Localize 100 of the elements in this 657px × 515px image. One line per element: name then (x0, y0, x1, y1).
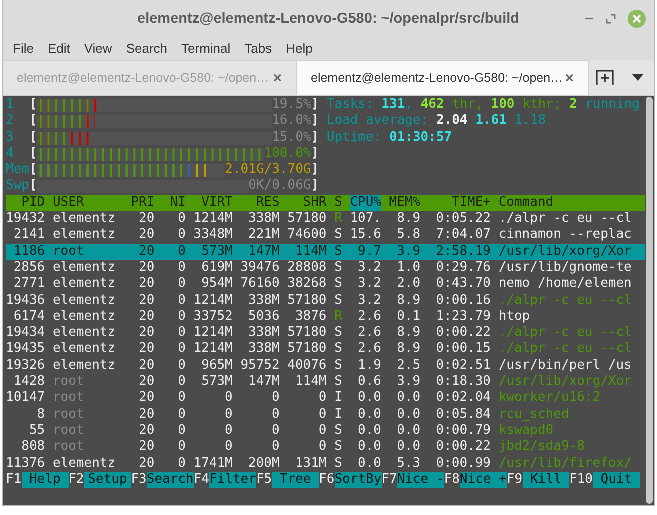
process-row[interactable]: 2141 elementz 20 0 3348M 221M 74600 S 15.6 5.8 7:04.07 cinnamon --replac (6, 227, 645, 244)
table-cell-text: /usr/lib/xorg/Xor (498, 374, 633, 390)
close-tab-button[interactable]: × (563, 70, 576, 86)
bracket: ] (311, 178, 320, 195)
bracket: [ (29, 97, 38, 114)
process-row[interactable]: 2771 elementz 20 0 954M 76160 38268 S 3.2 2.0 0:43.70 nemo /home/elemen (6, 276, 645, 293)
column-header[interactable]: MEM% (389, 194, 421, 212)
table-cell-text: 6174 (12, 308, 46, 326)
table-cell-text: htop (498, 308, 532, 326)
table-cell-text: elementz (52, 292, 117, 309)
bracket: ] (311, 146, 320, 162)
table-cell-text: 0 (177, 276, 186, 293)
process-row[interactable]: 19435 elementz 20 0 1214M 338M 57180 S 2.6 8.9 0:00.15 ./alpr -c eu --cl (6, 341, 645, 358)
table-cell-text: 0.0 (396, 422, 421, 440)
column-header[interactable]: PRI (131, 194, 155, 212)
table-cell-text: 2.6 (357, 308, 382, 326)
table-cell: S (334, 456, 342, 472)
table-cell-text: 0.0 (396, 439, 421, 456)
table-cell: 107. (350, 211, 382, 228)
table-cell-text: 0 (177, 406, 186, 423)
table-cell-text: 338M (248, 211, 280, 228)
column-header[interactable]: TIME+ (428, 194, 492, 212)
table-cell: 1214M (194, 292, 233, 309)
table-cell: 57180 (288, 211, 327, 228)
table-cell-text: 0 (177, 227, 186, 244)
process-row[interactable]: 808 root 20 0 0 0 0 S 0.0 0.0 0:00.22 jbd2/sda9-8 (6, 439, 645, 456)
process-row[interactable]: 1186 root 20 0 573M 147M 114M S 9.7 3.9 2:58.19 /usr/lib/xorg/Xor (6, 244, 645, 260)
menu-item[interactable]: Tabs (238, 41, 280, 56)
close-button[interactable] (628, 10, 646, 28)
menu-item[interactable]: Edit (40, 41, 78, 56)
process-row[interactable]: 19432 elementz 20 0 1214M 338M 57180 R 107. 8.9 0:05.22 ./alpr -c eu --cl (6, 211, 645, 228)
table-cell: 1214M (194, 325, 233, 342)
column-header[interactable]: RES (240, 194, 280, 212)
table-cell: 19432 (6, 211, 46, 228)
table-cell-text: 7:04.07 (435, 227, 492, 244)
table-cell-text: 3876 (294, 308, 327, 326)
table-cell-text: elementz (52, 308, 117, 326)
table-cell-text: 3.2 (357, 276, 382, 293)
table-cell-text: 0.0 (357, 422, 382, 440)
table-cell-text: 0 (177, 244, 186, 260)
column-header[interactable]: S (334, 194, 342, 212)
meter-value: 2.01G/3.70G (225, 162, 312, 178)
menu-item[interactable]: Terminal (174, 41, 238, 56)
scrollbar[interactable] (646, 97, 653, 504)
table-cell-text: 338M (248, 325, 280, 342)
process-row[interactable]: 8 root 20 0 0 0 0 I 0.0 0.0 0:05.84 rcu_sched (6, 406, 645, 423)
table-cell-text: 0:00.16 (435, 292, 492, 309)
table-cell-text: 0:00.22 (435, 325, 492, 342)
process-row[interactable]: 11376 elementz 20 0 1741M 200M 131M S 0.0 5.3 0:00.99 /usr/lib/firefox/ (6, 456, 645, 472)
table-cell-text: root (52, 406, 86, 423)
menu-item[interactable]: View (77, 41, 120, 56)
table-cell: S (334, 244, 342, 260)
table-cell-text: 965M (200, 358, 233, 374)
table-cell-text: 9.7 (357, 244, 382, 260)
table-cell: 19435 (6, 341, 46, 358)
table-cell-text: 221M (248, 227, 280, 244)
bracket: [ (29, 162, 38, 178)
table-cell-text: 20 (138, 211, 155, 228)
meter-label: 4 (6, 146, 15, 162)
table-cell-text: elementz (52, 227, 117, 244)
column-header[interactable]: NI (162, 194, 186, 212)
process-row[interactable]: 10147 root 20 0 0 0 0 I 0.0 0.0 0:02.04 kworker/u16:2 (6, 390, 645, 407)
process-row[interactable]: 1428 root 20 0 573M 147M 114M S 0.6 3.9 0:18.30 /usr/lib/xorg/Xor (6, 374, 645, 390)
column-header[interactable]: Command (498, 194, 645, 212)
table-cell-text: elementz (52, 211, 117, 228)
table-cell-text: /usr/bin/perl /us (498, 358, 633, 374)
bracket: ] (311, 162, 320, 178)
column-header[interactable]: VIRT (194, 194, 233, 212)
bracket: [ (29, 113, 38, 130)
table-cell-text: 0 (177, 341, 186, 358)
table-cell-text: 1186 (12, 244, 46, 260)
table-cell-text: 2.5 (396, 358, 421, 374)
process-row[interactable]: 19436 elementz 20 0 1214M 338M 57180 S 3.2 8.9 0:00.16 ./alpr -c eu --cl (6, 292, 645, 309)
menu-item[interactable]: Help (279, 41, 320, 56)
table-cell-text: root (52, 422, 86, 440)
process-row[interactable]: 19326 elementz 20 0 965M 95752 40076 S 1.9 2.5 0:02.51 /usr/bin/perl /us (6, 358, 645, 374)
table-cell-text: 0.0 (357, 456, 382, 472)
terminal-tab[interactable]: elementz@elementz-Lenovo-G580: ~/open…× (296, 60, 589, 95)
maximize-button[interactable] (606, 14, 616, 24)
table-cell: 38268 (288, 276, 327, 293)
column-header[interactable]: PID (6, 194, 46, 212)
process-row[interactable]: 19434 elementz 20 0 1214M 338M 57180 S 2.6 8.9 0:00.22 ./alpr -c eu --cl (6, 325, 645, 342)
process-row[interactable]: 2856 elementz 20 0 619M 39476 28808 S 3.2 1.0 0:29.76 /usr/lib/gnome-te (6, 260, 645, 276)
process-row[interactable]: 55 root 20 0 0 0 0 S 0.0 0.0 0:00.79 kswapd0 (6, 422, 645, 440)
table-cell-text: 0 (270, 422, 280, 440)
column-header[interactable]: USER (52, 194, 124, 212)
process-row[interactable]: 6174 elementz 20 0 33752 5036 3876 R 2.6 0.1 1:23.79 htop (6, 308, 645, 326)
table-cell-text: 0.0 (396, 406, 421, 423)
table-cell-text: 8.9 (396, 325, 421, 342)
menu-item[interactable]: Search (119, 41, 175, 56)
table-cell: 1214M (194, 341, 233, 358)
menu-item[interactable]: File (6, 41, 41, 56)
column-header[interactable]: SHR (288, 194, 327, 212)
close-tab-button[interactable]: × (271, 70, 284, 86)
table-cell: R (334, 211, 342, 228)
table-cell-text: 2856 (12, 260, 46, 276)
bracket: [ (29, 146, 38, 162)
table-cell-text: 0:00.15 (435, 341, 492, 358)
table-cell-text: 0 (177, 260, 186, 276)
meter-value: 15.0% (272, 130, 312, 146)
